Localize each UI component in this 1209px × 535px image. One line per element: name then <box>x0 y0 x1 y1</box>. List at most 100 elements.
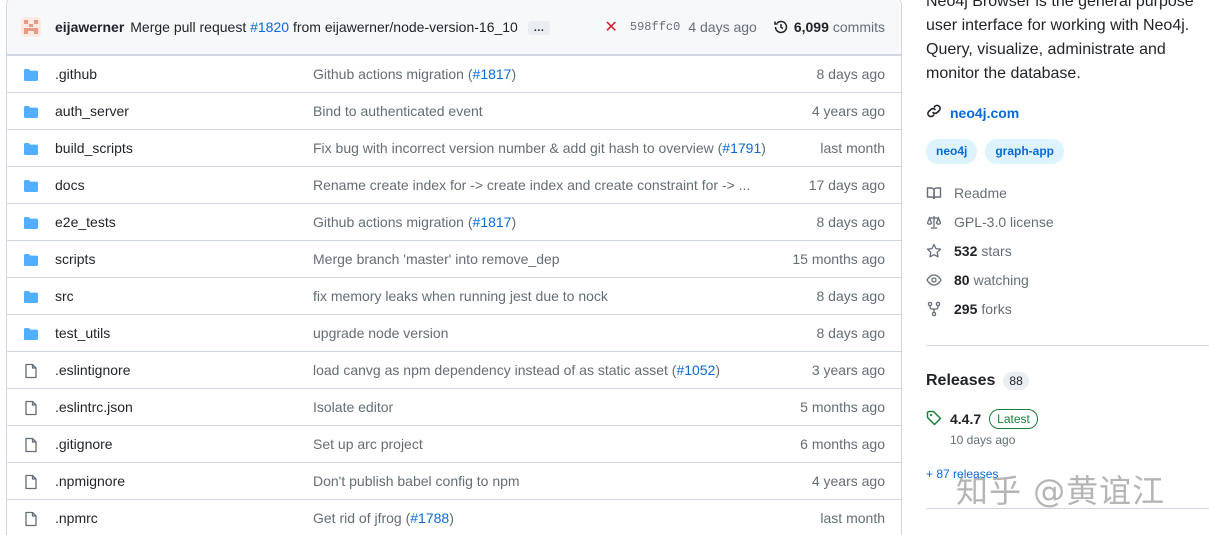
commit-message-pre[interactable]: Merge pull request <box>130 19 246 35</box>
topic-tag[interactable]: neo4j <box>926 139 978 164</box>
file-commit-message[interactable]: Bind to authenticated event <box>313 103 483 119</box>
file-commit-pr-link[interactable]: #1817 <box>473 66 512 82</box>
file-name[interactable]: test_utils <box>55 325 110 341</box>
file-commit-time: last month <box>820 510 885 526</box>
forks-link[interactable]: 295 forks <box>926 301 1012 317</box>
homepage-url[interactable]: neo4j.com <box>950 105 1019 121</box>
file-row[interactable]: .npmignore Don't publish babel config to … <box>7 462 901 499</box>
file-row[interactable]: .npmrc Get rid of jfrog (#1788) last month <box>7 499 901 535</box>
file-commit-message[interactable]: Set up arc project <box>313 436 423 452</box>
topic-tag[interactable]: graph-app <box>985 139 1065 164</box>
expand-commit-button[interactable]: … <box>527 20 550 35</box>
file-commit-message[interactable]: Don't publish babel config to npm <box>313 473 520 489</box>
file-row[interactable]: scripts Merge branch 'master' into remove… <box>7 240 901 277</box>
file-commit-text[interactable]: fix memory leaks when running jest due t… <box>313 288 608 304</box>
releases-heading[interactable]: Releases 88 <box>926 372 1029 390</box>
file-commit-text-end[interactable]: ) <box>511 66 516 82</box>
file-name[interactable]: .gitignore <box>55 436 113 452</box>
latest-commit-bar: eijawerner Merge pull request #1820 from… <box>7 0 901 55</box>
file-commit-message[interactable]: fix memory leaks when running jest due t… <box>313 288 608 304</box>
file-commit-text[interactable]: Bind to authenticated event <box>313 103 483 119</box>
file-commit-pr-link[interactable]: #1052 <box>676 362 715 378</box>
file-name[interactable]: src <box>55 288 74 304</box>
file-name[interactable]: auth_server <box>55 103 129 119</box>
file-name[interactable]: build_scripts <box>55 140 133 156</box>
file-row[interactable]: .eslintrc.json Isolate editor 5 months ago <box>7 388 901 425</box>
file-row[interactable]: .gitignore Set up arc project 6 months ago <box>7 425 901 462</box>
file-name[interactable]: .github <box>55 66 97 82</box>
commit-message-post[interactable]: from eijawerner/node-version-16_10 <box>293 19 518 35</box>
commit-message[interactable]: Merge pull request #1820 from eijawerner… <box>130 19 518 35</box>
ci-failed-icon[interactable]: ✕ <box>605 17 618 37</box>
stars-link[interactable]: 532 stars <box>926 243 1012 259</box>
file-commit-text[interactable]: load canvg as npm dependency instead of … <box>313 362 676 378</box>
about-description: Neo4j Browser is the general purpose use… <box>926 0 1194 82</box>
file-name[interactable]: scripts <box>55 251 95 267</box>
file-row[interactable]: .eslintignore load canvg as npm dependenc… <box>7 351 901 388</box>
license-link[interactable]: GPL-3.0 license <box>926 214 1054 230</box>
file-commit-text[interactable]: Don't publish babel config to npm <box>313 473 520 489</box>
file-commit-text[interactable]: Github actions migration ( <box>313 214 473 230</box>
file-commit-pr-link[interactable]: #1788 <box>410 510 449 526</box>
file-name[interactable]: .npmrc <box>55 510 98 526</box>
homepage-link[interactable]: neo4j.com <box>926 103 1019 122</box>
file-commit-text[interactable]: Set up arc project <box>313 436 423 452</box>
file-commit-time: 6 months ago <box>800 436 885 452</box>
history-icon[interactable] <box>773 19 789 35</box>
commit-pr-link[interactable]: #1820 <box>250 19 289 35</box>
commit-sha[interactable]: 598ffc0 <box>630 20 680 34</box>
watching-link[interactable]: 80 watching <box>926 272 1029 288</box>
forks-label: forks <box>981 301 1012 317</box>
file-name[interactable]: .eslintignore <box>55 362 131 378</box>
file-name[interactable]: docs <box>55 177 85 193</box>
commits-label[interactable]: commits <box>833 19 885 35</box>
file-commit-text[interactable]: Github actions migration ( <box>313 66 473 82</box>
file-commit-text[interactable]: Isolate editor <box>313 399 393 415</box>
file-commit-text[interactable]: Rename create index for -> create index … <box>313 177 750 193</box>
file-commit-text[interactable]: Merge branch 'master' into remove_dep <box>313 251 560 267</box>
file-commit-message[interactable]: Github actions migration (#1817) <box>313 214 516 230</box>
file-row[interactable]: e2e_tests Github actions migration (#1817… <box>7 203 901 240</box>
file-commit-text-end[interactable]: ) <box>715 362 720 378</box>
releases-title[interactable]: Releases <box>926 372 995 390</box>
readme-link[interactable]: Readme <box>926 185 1007 201</box>
watermark: 知乎 @黄谊江 <box>956 472 1166 510</box>
commits-count[interactable]: 6,099 <box>794 19 829 35</box>
file-commit-text[interactable]: upgrade node version <box>313 325 448 341</box>
file-row[interactable]: src fix memory leaks when running jest du… <box>7 277 901 314</box>
commit-time[interactable]: 4 days ago <box>688 19 757 35</box>
file-name[interactable]: .eslintrc.json <box>55 399 133 415</box>
sidebar-divider <box>926 508 1209 509</box>
file-commit-message[interactable]: Isolate editor <box>313 399 393 415</box>
file-row[interactable]: test_utils upgrade node version 8 days ago <box>7 314 901 351</box>
file-commit-message[interactable]: Merge branch 'master' into remove_dep <box>313 251 560 267</box>
file-row[interactable]: build_scripts Fix bug with incorrect vers… <box>7 129 901 166</box>
readme-label: Readme <box>954 185 1007 201</box>
file-commit-text-end[interactable]: ) <box>449 510 454 526</box>
file-commit-message[interactable]: Rename create index for -> create index … <box>313 177 750 193</box>
file-commit-message[interactable]: load canvg as npm dependency instead of … <box>313 362 720 378</box>
latest-release[interactable]: 4.4.7 Latest <box>926 409 1038 429</box>
file-commit-text[interactable]: Get rid of jfrog ( <box>313 510 410 526</box>
file-name[interactable]: e2e_tests <box>55 214 116 230</box>
release-version[interactable]: 4.4.7 <box>950 411 981 427</box>
file-commit-message[interactable]: upgrade node version <box>313 325 448 341</box>
file-row[interactable]: docs Rename create index for -> create in… <box>7 166 901 203</box>
file-commit-text-end[interactable]: ) <box>761 140 766 156</box>
forks-count: 295 <box>954 301 978 317</box>
file-commit-pr-link[interactable]: #1791 <box>722 140 761 156</box>
file-commit-message[interactable]: Fix bug with incorrect version number & … <box>313 140 766 156</box>
file-row[interactable]: auth_server Bind to authenticated event 4 … <box>7 92 901 129</box>
stars-label: stars <box>981 243 1012 259</box>
file-commit-message[interactable]: Github actions migration (#1817) <box>313 66 516 82</box>
avatar[interactable] <box>21 16 41 37</box>
file-commit-time: 8 days ago <box>816 288 886 304</box>
commit-author[interactable]: eijawerner <box>55 19 124 35</box>
file-commit-text[interactable]: Fix bug with incorrect version number & … <box>313 140 722 156</box>
file-row[interactable]: .github Github actions migration (#1817) 8… <box>7 55 901 92</box>
file-commit-text-end[interactable]: ) <box>511 214 516 230</box>
file-commit-time: 4 years ago <box>811 103 885 119</box>
file-commit-pr-link[interactable]: #1817 <box>473 214 512 230</box>
file-name[interactable]: .npmignore <box>55 473 125 489</box>
file-commit-message[interactable]: Get rid of jfrog (#1788) <box>313 510 454 526</box>
